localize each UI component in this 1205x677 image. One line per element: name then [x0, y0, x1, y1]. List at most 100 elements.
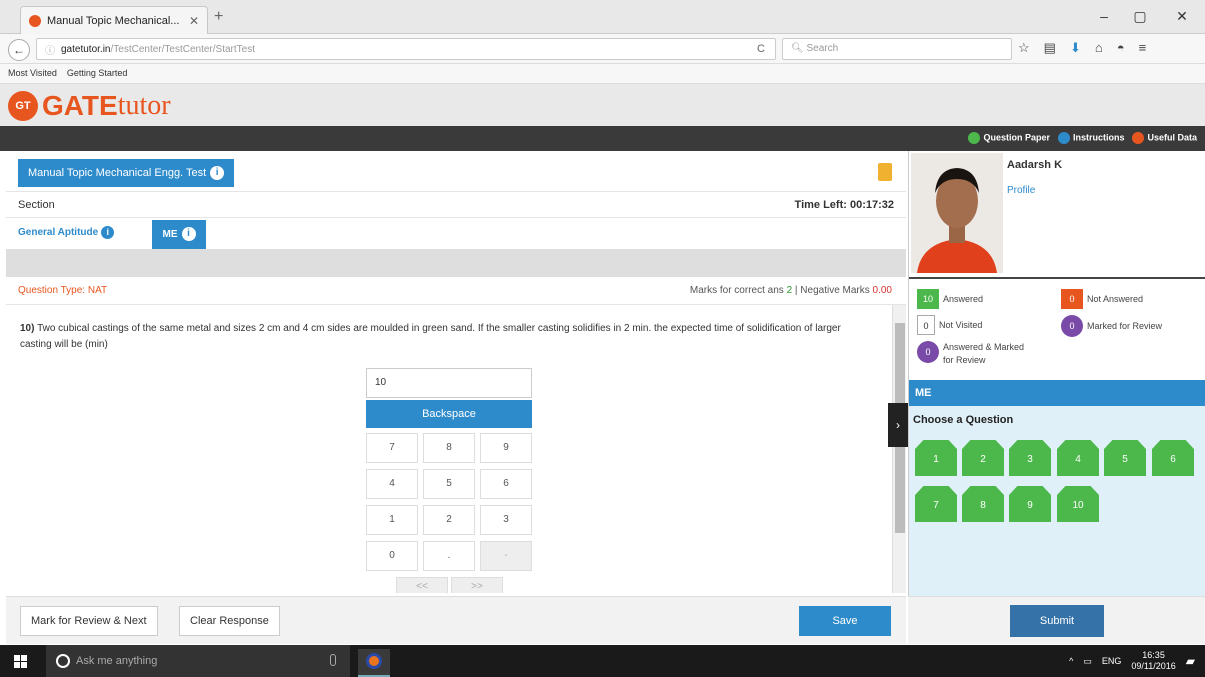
calculator-icon[interactable] — [878, 163, 892, 181]
instructions-label: Instructions — [1072, 132, 1125, 143]
windows-start-icon[interactable] — [14, 655, 28, 669]
question-button-1[interactable]: 1 — [915, 440, 957, 476]
question-scrollbar[interactable] — [892, 305, 906, 593]
browser-tab-bar: Manual Topic Mechanical... ✕ + – ▢ ✕ — [0, 0, 1205, 34]
legend-not-visited: 0 Not Visited — [917, 315, 982, 335]
save-button[interactable]: Save — [799, 606, 891, 636]
firefox-icon[interactable] — [358, 649, 390, 677]
site-header: GT GATE tutor — [0, 84, 1205, 126]
clock[interactable]: 16:35 09/11/2016 — [1131, 650, 1175, 672]
reload-icon[interactable]: C — [757, 43, 765, 55]
legend-marked: 0 Marked for Review — [1061, 315, 1162, 337]
test-title[interactable]: Manual Topic Mechanical Engg. Test i — [18, 159, 235, 187]
question-button-9[interactable]: 9 — [1009, 486, 1051, 522]
section-tabs: General Aptitude i ME i — [6, 217, 906, 250]
submit-button[interactable]: Submit — [1010, 605, 1104, 637]
status-legend: 10 Answered 0 Not Answered 0 Not Visited… — [909, 277, 1205, 379]
minimize-button[interactable]: – — [1094, 8, 1114, 24]
instructions-link[interactable]: Instructions — [1057, 132, 1125, 144]
key-1[interactable]: 1 — [366, 505, 418, 535]
key-7[interactable]: 7 — [366, 433, 418, 463]
reading-list-icon[interactable]: ▤ — [1044, 40, 1056, 56]
clock-date: 09/11/2016 — [1131, 661, 1176, 671]
back-arrow-icon[interactable]: ← — [8, 39, 30, 61]
info-icon: ⓘ — [45, 45, 55, 57]
useful-data-link[interactable]: Useful Data — [1132, 132, 1197, 144]
browser-tab[interactable]: Manual Topic Mechanical... ✕ — [20, 6, 208, 34]
submit-area: Submit — [908, 596, 1205, 644]
chevron-right-icon[interactable]: › — [888, 403, 908, 447]
question-button-8[interactable]: 8 — [962, 486, 1004, 522]
bookmark-getting-started[interactable]: Getting Started — [67, 68, 128, 79]
clear-response-button[interactable]: Clear Response — [179, 606, 280, 636]
question-button-7[interactable]: 7 — [915, 486, 957, 522]
windows-taskbar: Ask me anything ^ ▭ ENG 16:35 09/11/2016… — [0, 645, 1205, 677]
key-6[interactable]: 6 — [480, 469, 532, 499]
question-body: Two cubical castings of the same metal a… — [20, 323, 841, 350]
question-button-3[interactable]: 3 — [1009, 440, 1051, 476]
question-number: 10) — [20, 323, 35, 334]
question-palette: Choose a Question 1 2 3 4 5 6 7 8 9 10 — [909, 406, 1205, 596]
legend-marked-label: Marked for Review — [1087, 321, 1163, 331]
search-input[interactable]: 🔍︎ Search — [782, 38, 1012, 60]
new-tab-button[interactable]: + — [214, 8, 223, 26]
legend-not-answered-label: Not Answered — [1087, 294, 1144, 304]
candidate-name: Aadarsh K — [1007, 159, 1063, 171]
notifications-icon[interactable]: ▰ — [1186, 654, 1195, 668]
cortana-placeholder: Ask me anything — [76, 655, 158, 667]
key-0[interactable]: 0 — [366, 541, 418, 571]
key-5[interactable]: 5 — [423, 469, 475, 499]
gatetutor-logo[interactable]: GT GATE tutor — [8, 90, 171, 122]
profile-link[interactable]: Profile — [1007, 185, 1035, 196]
url-bar[interactable]: ⓘ gatetutor.in /TestCenter/TestCenter/St… — [36, 38, 776, 60]
browser-nav-bar: ← ⓘ gatetutor.in /TestCenter/TestCenter/… — [0, 34, 1205, 64]
backspace-button[interactable]: Backspace — [366, 400, 532, 428]
site-favicon-icon — [29, 14, 41, 27]
mark-review-next-button[interactable]: Mark for Review & Next — [20, 606, 158, 636]
key-dot[interactable]: . — [423, 541, 475, 571]
home-icon[interactable]: ⌂ — [1095, 40, 1103, 56]
tab-me[interactable]: ME i — [152, 220, 206, 250]
key-left[interactable]: << — [396, 577, 448, 593]
question-button-2[interactable]: 2 — [962, 440, 1004, 476]
question-button-6[interactable]: 6 — [1152, 440, 1194, 476]
answer-input[interactable]: 10 — [366, 368, 532, 398]
download-icon[interactable]: ⬇ — [1070, 40, 1081, 56]
negative-marks: 0.00 — [872, 285, 892, 296]
action-bar: Mark for Review & Next Clear Response Sa… — [6, 596, 906, 644]
menu-icon[interactable]: ≡ — [1139, 40, 1147, 56]
tab-title: Manual Topic Mechanical... — [47, 14, 180, 27]
url-path: /TestCenter/TestCenter/StartTest — [110, 43, 255, 55]
microphone-icon[interactable] — [330, 654, 336, 666]
chevron-up-icon[interactable]: ^ — [1069, 656, 1073, 666]
bookmarks-bar: Most Visited Getting Started — [0, 64, 1205, 84]
close-tab-icon[interactable]: ✕ — [189, 14, 199, 28]
bookmark-most-visited[interactable]: Most Visited — [8, 68, 57, 79]
tab-me-label: ME — [162, 229, 178, 240]
key-3[interactable]: 3 — [480, 505, 532, 535]
maximize-button[interactable]: ▢ — [1130, 8, 1150, 25]
question-button-4[interactable]: 4 — [1057, 440, 1099, 476]
question-button-10[interactable]: 10 — [1057, 486, 1099, 522]
key-4[interactable]: 4 — [366, 469, 418, 499]
network-icon[interactable]: ▭ — [1083, 656, 1092, 667]
pocket-icon[interactable]: ◓ — [1117, 40, 1125, 56]
key-8[interactable]: 8 — [423, 433, 475, 463]
key-minus[interactable]: - — [480, 541, 532, 571]
star-icon[interactable]: ☆ — [1018, 40, 1030, 56]
question-paper-link[interactable]: Question Paper — [968, 132, 1050, 144]
marks-info: Marks for correct ans 2 | Negative Marks… — [690, 277, 892, 305]
language-indicator[interactable]: ENG — [1102, 656, 1122, 666]
close-window-button[interactable]: ✕ — [1172, 8, 1192, 25]
key-9[interactable]: 9 — [480, 433, 532, 463]
question-button-5[interactable]: 5 — [1104, 440, 1146, 476]
cortana-search[interactable]: Ask me anything — [46, 645, 350, 677]
toolbar-icons: ☆ ▤ ⬇ ⌂ ◓ ≡ — [1018, 40, 1146, 56]
question-type-label: Question Type: — [18, 285, 86, 296]
key-right[interactable]: >> — [451, 577, 503, 593]
question-paper-label: Question Paper — [983, 132, 1050, 143]
marked-icon: 0 — [1061, 315, 1083, 337]
tab-general-aptitude[interactable]: General Aptitude i — [18, 226, 115, 239]
useful-data-icon — [1132, 132, 1145, 144]
key-2[interactable]: 2 — [423, 505, 475, 535]
